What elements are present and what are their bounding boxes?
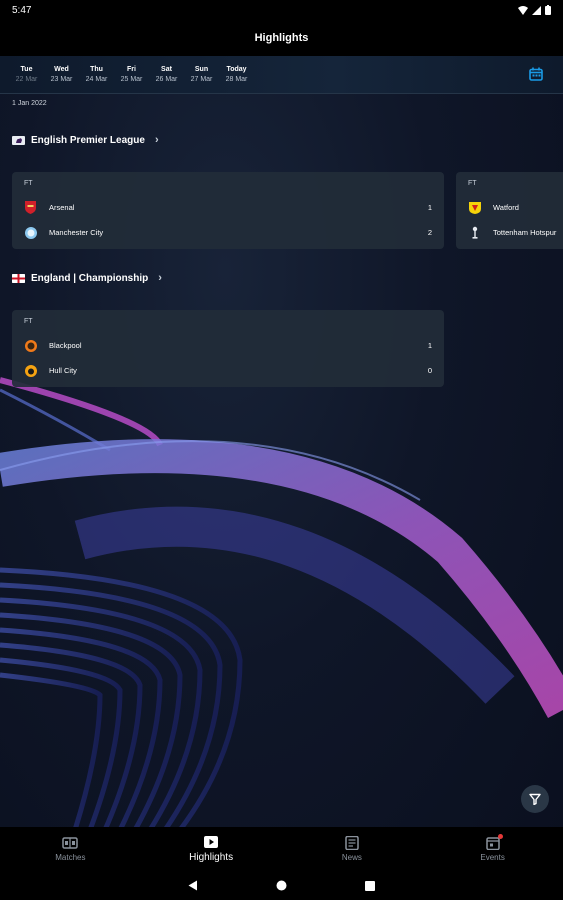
date-date: 26 Mar [155,75,178,83]
date-date: 25 Mar [120,75,143,83]
play-icon [204,836,219,848]
chevron-right-icon: › [158,272,162,284]
calendar-icon[interactable] [529,67,543,81]
back-icon[interactable] [188,880,198,891]
news-icon [345,836,359,850]
league-name: English Premier League [31,134,145,146]
status-bar: 5:47 [0,0,563,20]
team-row-away: Hull City 0 [24,358,432,383]
nav-item-highlights[interactable]: Highlights [141,827,282,871]
match-status: FT [468,180,477,187]
signal-icon [532,5,541,15]
date-day: Tue [20,65,33,73]
date-day: Wed [54,65,69,73]
status-icons [518,5,551,15]
blackpool-crest-icon [24,339,37,352]
date-strip: Tue 22 Mar Wed 23 Mar Thu 24 Mar Fri 25 … [0,56,563,94]
app-screen: 5:47 Highlights Tue 22 Mar Wed 23 Mar Th… [0,0,563,900]
filter-button[interactable] [521,785,549,813]
wifi-icon [518,5,528,15]
date-tab-today[interactable]: Today 28 Mar [219,65,254,85]
match-card[interactable]: FT Blackpool 1 Hull City 0 [12,310,444,387]
date-tab-fri[interactable]: Fri 25 Mar [114,65,149,85]
premier-league-logo-icon [12,135,25,145]
team-name: Watford [493,203,519,212]
app-bar: Highlights [0,20,563,56]
hull-city-crest-icon [24,364,37,377]
date-day: Today [226,65,247,73]
bottom-nav: Matches Highlights News Events [0,827,563,871]
team-name: Tottenham Hotspur [493,228,557,237]
nav-item-news[interactable]: News [282,827,423,871]
nav-label: Matches [55,853,86,862]
date-date: 27 Mar [190,75,213,83]
status-time: 5:47 [12,4,32,16]
manchester-city-crest-icon [24,226,37,239]
date-tab-wed[interactable]: Wed 23 Mar [44,65,79,85]
team-name: Blackpool [49,341,82,350]
nav-label: Highlights [189,852,234,863]
date-day: Sat [161,65,172,73]
date-day: Fri [127,65,136,73]
team-score: 1 [427,341,432,350]
chevron-right-icon: › [154,134,159,146]
team-row-away: Tottenham Hotspur [468,220,563,245]
match-card[interactable]: FT Watford Tottenham Hotspur [456,172,563,249]
team-score: 0 [427,366,432,375]
league-header-championship[interactable]: England | Championship › [12,272,162,284]
nav-label: Events [480,853,505,862]
filter-icon [529,793,541,805]
date-day: Thu [90,65,103,73]
team-row-home: Arsenal 1 [24,195,432,220]
league-header-premier-league[interactable]: English Premier League › [12,134,159,146]
system-nav-bar [0,871,563,900]
tottenham-crest-icon [468,226,481,239]
nav-item-events[interactable]: Events [422,827,563,871]
team-name: Manchester City [49,228,104,237]
date-tab-sat[interactable]: Sat 26 Mar [149,65,184,85]
league-name: England | Championship [31,272,149,284]
date-date: 23 Mar [50,75,73,83]
battery-icon [545,5,551,15]
team-row-home: Watford [468,195,563,220]
date-day: Sun [194,65,209,73]
arsenal-crest-icon [24,201,37,214]
notification-badge [497,834,503,839]
recents-icon[interactable] [365,880,375,891]
date-tab-tue[interactable]: Tue 22 Mar [9,65,44,85]
background-art [0,377,563,830]
team-row-away: Manchester City 2 [24,220,432,245]
team-name: Hull City [49,366,77,375]
date-date: 28 Mar [225,75,248,83]
team-name: Arsenal [49,203,75,212]
date-date: 24 Mar [85,75,108,83]
calendar-event-icon [485,834,503,851]
nav-item-matches[interactable]: Matches [0,827,141,871]
team-score: 1 [427,203,432,212]
page-title: Highlights [254,32,309,44]
team-score: 2 [427,228,432,237]
england-flag-icon [12,273,25,283]
scoreboard-icon [62,837,79,849]
date-date: 22 Mar [15,75,38,83]
match-card[interactable]: FT Arsenal 1 Manchester City 2 [12,172,444,249]
team-row-home: Blackpool 1 [24,333,432,358]
section-date: 1 Jan 2022 [12,100,47,107]
match-status: FT [24,180,33,187]
date-tab-thu[interactable]: Thu 24 Mar [79,65,114,85]
watford-crest-icon [468,201,481,214]
date-tab-sun[interactable]: Sun 27 Mar [184,65,219,85]
nav-label: News [341,853,362,862]
home-icon[interactable] [276,880,287,891]
match-status: FT [24,318,33,325]
